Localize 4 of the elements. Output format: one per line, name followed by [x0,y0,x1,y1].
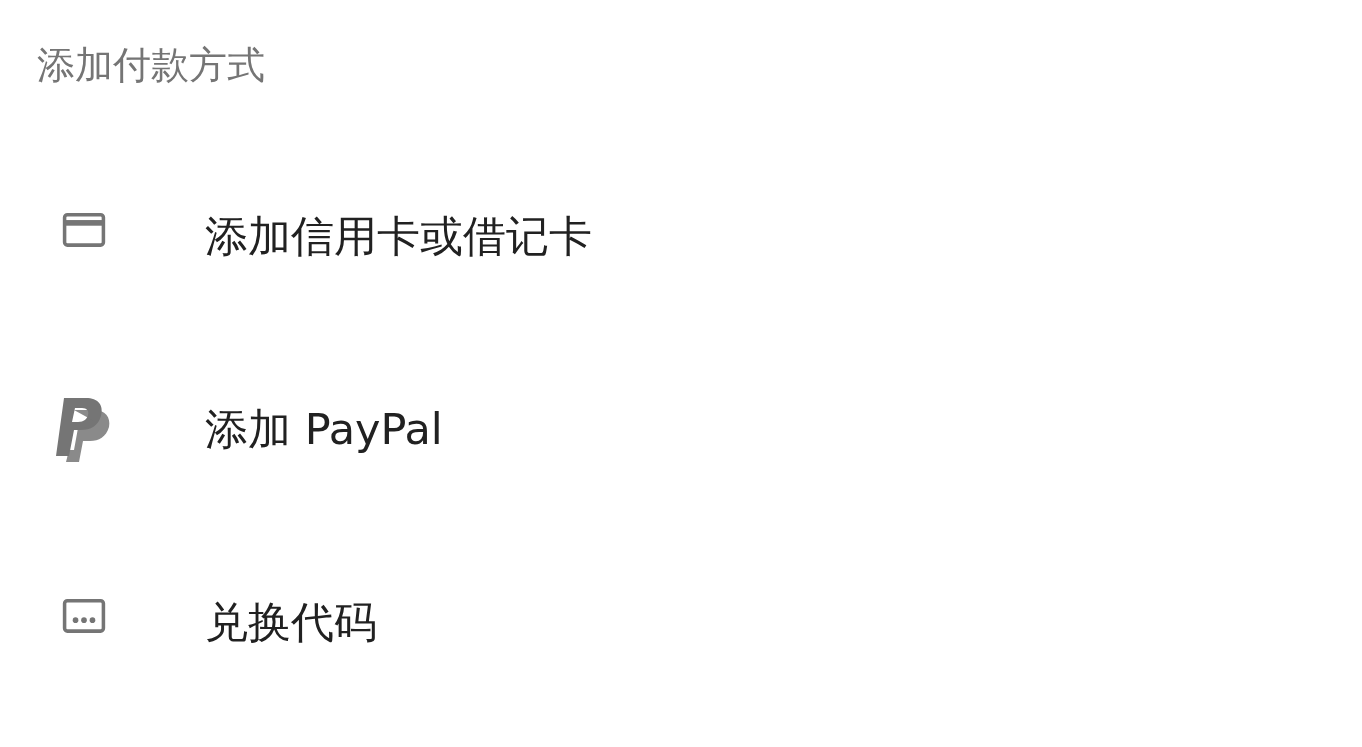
payment-option[interactable]: 兑换代码 [0,526,1362,719]
payment-option[interactable]: 添加信用卡或借记卡 [0,140,1362,333]
section-title: 添加付款方式 [37,43,265,87]
payment-option[interactable]: 添加 PayPal [0,333,1362,526]
